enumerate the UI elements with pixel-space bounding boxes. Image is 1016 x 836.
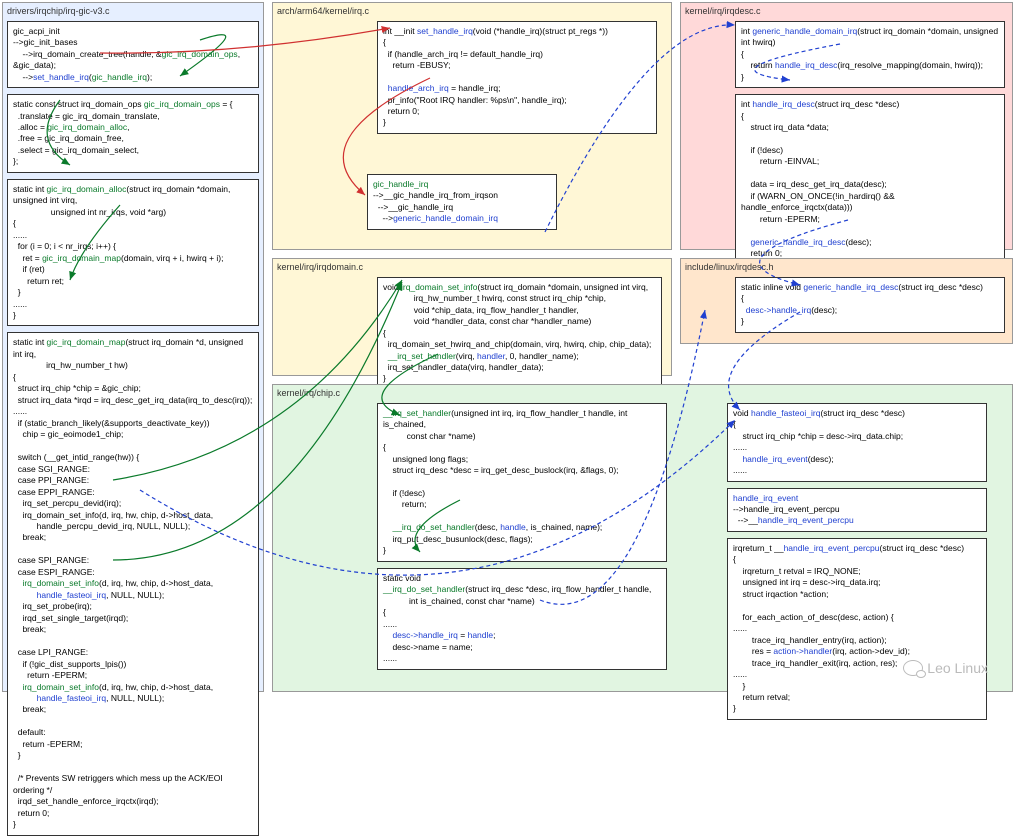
code-irq-domain-set-info: void irq_domain_set_info(struct irq_doma… bbox=[377, 277, 662, 390]
code-gic-acpi-init: gic_acpi_init -->gic_init_bases -->irq_d… bbox=[7, 21, 259, 88]
code-gic-irq-domain-alloc: static int gic_irq_domain_alloc(struct i… bbox=[7, 179, 259, 327]
code-irq-set-handler: __irq_set_handler(unsigned int irq, irq_… bbox=[377, 403, 667, 562]
code-set-handle-irq: int __init set_handle_irq(void (*handle_… bbox=[377, 21, 657, 134]
code-generic-handle-irq-desc: static inline void generic_handle_irq_de… bbox=[735, 277, 1005, 333]
code-handle-irq-event-percpu: irqreturn_t __handle_irq_event_percpu(st… bbox=[727, 538, 987, 720]
code-irq-do-set-handler: static void __irq_do_set_handler(struct … bbox=[377, 568, 667, 670]
region-drivers-irqchip: drivers/irqchip/irq-gic-v3.c gic_acpi_in… bbox=[2, 2, 264, 692]
region-title: include/linux/irqdesc.h bbox=[685, 262, 1008, 274]
code-generic-handle-domain-irq: int generic_handle_domain_irq(struct irq… bbox=[735, 21, 1005, 88]
region-kernel-chip: kernel/irq/chip.c __irq_set_handler(unsi… bbox=[272, 384, 1013, 692]
region-title: arch/arm64/kernel/irq.c bbox=[277, 6, 667, 18]
code-handle-irq-event: handle_irq_event -->handle_irq_event_per… bbox=[727, 488, 987, 532]
chat-bubble-icon bbox=[903, 660, 923, 676]
region-title: kernel/irq/chip.c bbox=[277, 388, 1008, 400]
region-arch-arm64: arch/arm64/kernel/irq.c int __init set_h… bbox=[272, 2, 672, 250]
code-gic-irq-domain-map: static int gic_irq_domain_map(struct irq… bbox=[7, 332, 259, 835]
code-gic-irq-domain-ops: static const struct irq_domain_ops gic_i… bbox=[7, 94, 259, 173]
watermark-text: Leo Linux bbox=[927, 659, 988, 677]
code-handle-irq-desc: int handle_irq_desc(struct irq_desc *des… bbox=[735, 94, 1005, 276]
code-handle-fasteoi-irq: void handle_fasteoi_irq(struct irq_desc … bbox=[727, 403, 987, 482]
code-gic-handle-irq-chain: gic_handle_irq -->__gic_handle_irq_from_… bbox=[367, 174, 557, 230]
region-include-irqdesc: include/linux/irqdesc.h static inline vo… bbox=[680, 258, 1013, 344]
region-title: kernel/irq/irqdomain.c bbox=[277, 262, 667, 274]
region-title: kernel/irq/irqdesc.c bbox=[685, 6, 1008, 18]
region-kernel-irqdomain: kernel/irq/irqdomain.c void irq_domain_s… bbox=[272, 258, 672, 376]
watermark: Leo Linux bbox=[903, 659, 988, 677]
region-title: drivers/irqchip/irq-gic-v3.c bbox=[7, 6, 259, 18]
region-kernel-irqdesc: kernel/irq/irqdesc.c int generic_handle_… bbox=[680, 2, 1013, 250]
